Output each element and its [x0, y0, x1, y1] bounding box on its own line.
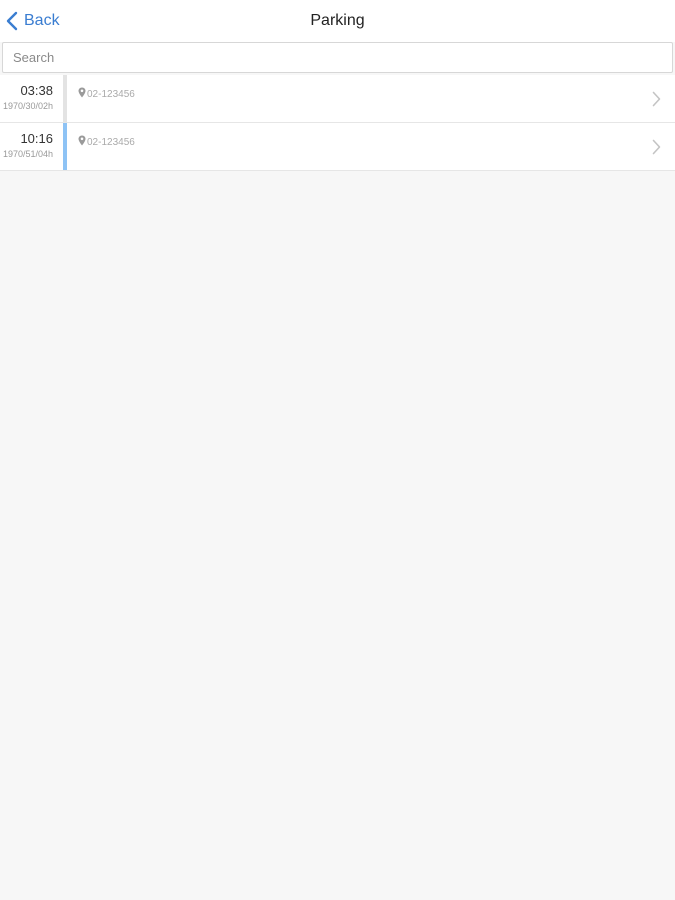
- row-location-text: 02-123456: [87, 136, 135, 148]
- navigation-bar: Back Parking: [0, 0, 675, 42]
- row-indicator: [63, 123, 67, 170]
- list-item[interactable]: 10:16 1970/51/04h 02-123456: [0, 123, 675, 171]
- row-time: 10:16: [20, 131, 53, 146]
- page-title: Parking: [310, 12, 365, 29]
- chevron-right-icon: [652, 139, 661, 160]
- map-pin-icon: [78, 85, 86, 103]
- row-date: 1970/51/04h: [2, 149, 53, 159]
- row-location: 02-123456: [78, 133, 135, 151]
- parking-list: 03:38 1970/30/02h 02-123456 10:16 1970/5…: [0, 75, 675, 171]
- row-location: 02-123456: [78, 85, 135, 103]
- row-time: 03:38: [20, 83, 53, 98]
- list-item[interactable]: 03:38 1970/30/02h 02-123456: [0, 75, 675, 123]
- map-pin-icon: [78, 133, 86, 151]
- search-bar: [0, 42, 675, 74]
- search-input[interactable]: [2, 42, 673, 73]
- row-date: 1970/30/02h: [2, 101, 53, 111]
- row-indicator: [63, 75, 67, 122]
- row-location-text: 02-123456: [87, 88, 135, 100]
- chevron-right-icon: [652, 91, 661, 112]
- parking-screen: Back Parking 03:38 1970/30/02h 02-123456: [0, 0, 675, 900]
